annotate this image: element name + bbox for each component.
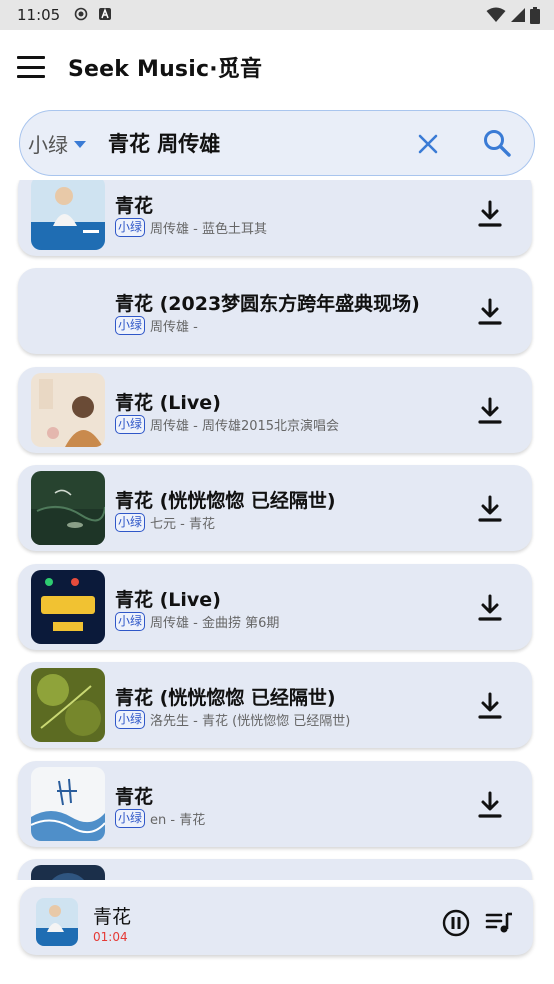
now-playing-title: 青花 [93, 906, 132, 928]
download-button[interactable] [476, 790, 504, 820]
download-button[interactable] [476, 396, 504, 426]
download-button[interactable] [476, 593, 504, 623]
pause-button[interactable] [442, 909, 470, 937]
song-card[interactable]: 青花 (Live) 小绿 周传雄 - 金曲捞 第6期 [18, 564, 532, 650]
status-icons [486, 6, 540, 24]
download-icon [478, 594, 502, 621]
song-meta: 小绿 周传雄 - 蓝色土耳其 [115, 218, 267, 237]
battery-icon [530, 6, 540, 24]
song-card-partial[interactable] [18, 859, 532, 880]
source-badge: 小绿 [115, 218, 146, 237]
source-dropdown[interactable]: 小绿 [28, 129, 86, 158]
download-icon [478, 791, 502, 818]
search-bar: 小绿 [19, 110, 535, 176]
download-icon [478, 298, 502, 325]
song-card[interactable]: 青花 小绿 周传雄 - 蓝色土耳其 [18, 180, 532, 256]
song-subtitle: 周传雄 - 蓝色土耳其 [150, 222, 267, 237]
app-notification-icon [98, 6, 112, 25]
song-meta: 小绿 周传雄 - 金曲捞 第6期 [115, 612, 279, 631]
song-subtitle: 周传雄 - [150, 320, 198, 335]
download-button[interactable] [476, 199, 504, 229]
song-subtitle: en - 青花 [150, 813, 206, 828]
source-badge: 小绿 [115, 710, 146, 729]
source-label: 小绿 [28, 132, 68, 157]
song-card[interactable]: 青花 (恍恍惚惚 已经隔世) 小绿 洛先生 - 青花 (恍恍惚惚 已经隔世) [18, 662, 532, 748]
song-title: 青花 (恍恍惚惚 已经隔世) [115, 687, 336, 709]
clear-button[interactable] [416, 132, 440, 156]
search-icon [484, 130, 511, 157]
status-bar: 11:05 [0, 0, 554, 30]
wifi-icon [486, 7, 506, 22]
source-badge: 小绿 [115, 612, 146, 631]
status-time: 11:05 [17, 6, 61, 24]
song-subtitle: 周传雄 - 周传雄2015北京演唱会 [150, 419, 340, 434]
download-button[interactable] [476, 691, 504, 721]
download-icon [478, 692, 502, 719]
pause-icon [442, 909, 470, 937]
record-icon [74, 6, 88, 25]
results-list[interactable]: 青花 小绿 周传雄 - 蓝色土耳其 青花 (2023梦圆东方跨年盛典现场) 小绿… [0, 180, 554, 880]
album-cover [31, 471, 105, 545]
song-meta: 小绿 周传雄 - 周传雄2015北京演唱会 [115, 415, 339, 434]
chevron-down-icon [74, 140, 86, 148]
song-title: 青花 (Live) [115, 589, 221, 611]
app-title: Seek Music·觅音 [68, 57, 263, 82]
song-subtitle: 周传雄 - 金曲捞 第6期 [150, 616, 280, 631]
now-playing-cover [36, 898, 78, 946]
now-playing-time: 01:04 [93, 930, 128, 944]
song-meta: 小绿 七元 - 青花 [115, 513, 215, 532]
playlist-icon [485, 912, 512, 933]
source-badge: 小绿 [115, 316, 146, 335]
source-badge: 小绿 [115, 415, 146, 434]
source-badge: 小绿 [115, 513, 146, 532]
album-cover [31, 668, 105, 742]
album-cover [31, 373, 105, 447]
song-card[interactable]: 青花 小绿 en - 青花 [18, 761, 532, 847]
song-card[interactable]: 青花 (2023梦圆东方跨年盛典现场) 小绿 周传雄 - [18, 268, 532, 354]
song-title: 青花 (恍恍惚惚 已经隔世) [115, 490, 336, 512]
song-title: 青花 (2023梦圆东方跨年盛典现场) [115, 293, 420, 315]
source-badge: 小绿 [115, 809, 146, 828]
song-meta: 小绿 en - 青花 [115, 809, 205, 828]
song-card[interactable]: 青花 (恍恍惚惚 已经隔世) 小绿 七元 - 青花 [18, 465, 532, 551]
song-subtitle: 七元 - 青花 [150, 517, 215, 532]
album-cover [31, 865, 105, 880]
song-title: 青花 [115, 786, 154, 808]
download-button[interactable] [476, 297, 504, 327]
album-cover [31, 767, 105, 841]
song-subtitle: 洛先生 - 青花 (恍恍惚惚 已经隔世) [150, 714, 351, 729]
search-input[interactable] [108, 131, 388, 155]
mini-player[interactable]: 青花 01:04 [20, 887, 533, 955]
album-cover [31, 570, 105, 644]
song-meta: 小绿 洛先生 - 青花 (恍恍惚惚 已经隔世) [115, 710, 350, 729]
download-button[interactable] [476, 494, 504, 524]
song-title: 青花 (Live) [115, 392, 221, 414]
menu-icon[interactable] [17, 56, 45, 78]
album-cover [31, 180, 105, 250]
search-button[interactable] [482, 128, 512, 158]
song-meta: 小绿 周传雄 - [115, 316, 198, 335]
download-icon [478, 200, 502, 227]
playlist-button[interactable] [485, 911, 513, 935]
song-card[interactable]: 青花 (Live) 小绿 周传雄 - 周传雄2015北京演唱会 [18, 367, 532, 453]
download-icon [478, 397, 502, 424]
download-icon [478, 495, 502, 522]
app-bar: Seek Music·觅音 [0, 30, 554, 104]
song-title: 青花 [115, 195, 154, 217]
close-icon [418, 134, 438, 154]
signal-icon [511, 8, 525, 22]
